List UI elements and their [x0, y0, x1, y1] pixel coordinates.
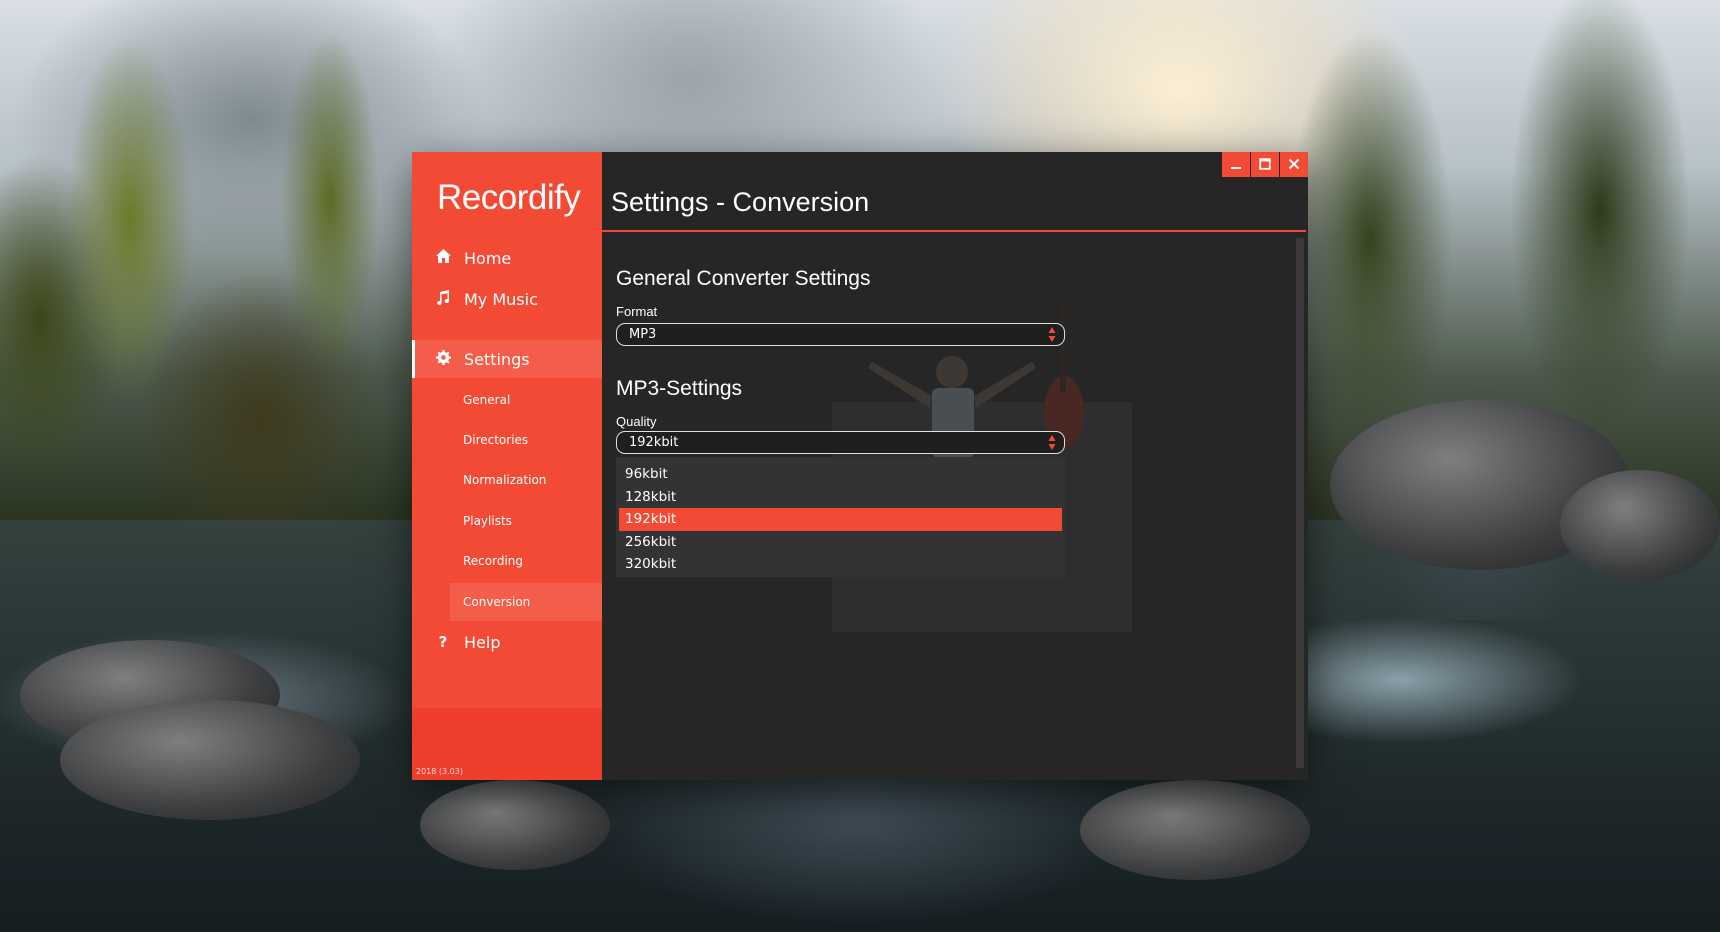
minimize-button[interactable] [1222, 152, 1250, 177]
quality-select-value: 192kbit [629, 435, 679, 450]
quality-option-192kbit[interactable]: 192kbit [619, 508, 1062, 531]
home-icon [434, 249, 452, 267]
wallpaper-rock [1080, 780, 1310, 880]
mp3-settings-title: MP3-Settings [616, 377, 743, 400]
close-button[interactable] [1280, 152, 1308, 177]
format-select[interactable]: MP3 [616, 323, 1065, 346]
sidebar: Recordify Home My Music Settings General… [412, 152, 602, 780]
quality-option-256kbit[interactable]: 256kbit [619, 531, 1062, 554]
wallpaper-trees-left [0, 0, 470, 560]
settings-sub-recording[interactable]: Recording [450, 542, 602, 580]
format-select-value: MP3 [629, 327, 657, 342]
quality-dropdown-list: 96kbit 128kbit 192kbit 256kbit 320kbit [616, 457, 1065, 577]
wallpaper-rock [60, 700, 360, 820]
nav-my-music-label: My Music [464, 289, 538, 309]
quality-option-320kbit[interactable]: 320kbit [619, 553, 1062, 576]
wallpaper-rock [420, 780, 610, 870]
general-converter-title: General Converter Settings [616, 267, 871, 290]
format-label: Format [616, 304, 658, 319]
wallpaper-rock [1560, 470, 1720, 580]
settings-sub-playlists[interactable]: Playlists [450, 502, 602, 540]
main-content: Settings - Conversion General Converter … [602, 152, 1308, 780]
minimize-icon [1230, 155, 1242, 174]
window-controls [1222, 152, 1308, 177]
nav-home-label: Home [464, 248, 512, 268]
nav-help-label: Help [464, 632, 501, 652]
maximize-icon [1259, 155, 1271, 174]
nav-settings[interactable]: Settings [412, 340, 602, 378]
main-scrollbar[interactable] [1296, 238, 1304, 768]
maximize-button[interactable] [1251, 152, 1279, 177]
app-logo: Recordify [437, 178, 581, 217]
question-icon: ? [438, 633, 448, 651]
quality-label: Quality [616, 414, 657, 429]
nav-home[interactable]: Home [412, 239, 602, 277]
settings-sub-directories[interactable]: Directories [450, 421, 602, 459]
music-note-icon [434, 289, 452, 309]
settings-sub-conversion[interactable]: Conversion [450, 583, 602, 621]
app-version: 2018 (3.03) [416, 767, 463, 776]
up-down-arrows-icon [1048, 435, 1056, 450]
nav-my-music[interactable]: My Music [412, 280, 602, 318]
quality-option-96kbit[interactable]: 96kbit [619, 463, 1062, 486]
nav-settings-label: Settings [464, 349, 530, 369]
close-icon [1288, 155, 1300, 174]
page-title: Settings - Conversion [611, 187, 870, 217]
up-down-arrows-icon [1048, 327, 1056, 342]
quality-option-128kbit[interactable]: 128kbit [619, 486, 1062, 509]
app-window: Recordify Home My Music Settings General… [412, 152, 1308, 780]
settings-sub-normalization[interactable]: Normalization [450, 461, 602, 499]
title-divider [602, 230, 1306, 232]
gear-icon [434, 349, 452, 369]
nav-help[interactable]: ? Help [412, 623, 602, 661]
settings-sub-general[interactable]: General [450, 381, 602, 419]
quality-select[interactable]: 192kbit [616, 431, 1065, 454]
